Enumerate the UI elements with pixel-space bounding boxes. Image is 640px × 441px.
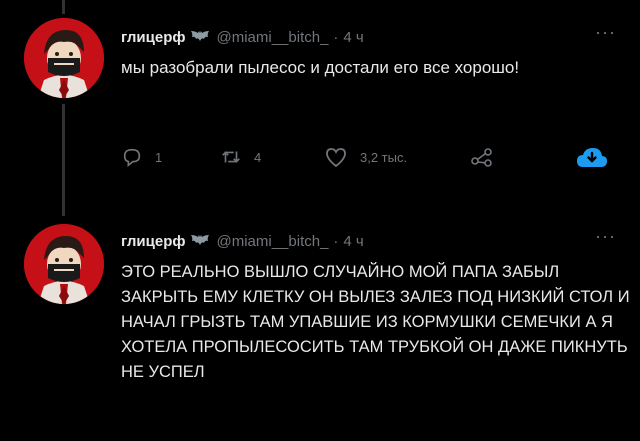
avatar-illustration <box>24 18 104 98</box>
more-options-button[interactable]: ··· <box>595 22 616 43</box>
separator-dot: · <box>333 232 339 250</box>
like-button[interactable]: 3,2 тыс. <box>324 146 407 168</box>
heart-icon <box>326 148 346 168</box>
share-button[interactable] <box>470 146 506 168</box>
tweet-header: глицерф @miami__bitch_ · 4 ч <box>121 27 364 47</box>
action-bar: 1 4 3,2 тыс. <box>121 146 621 170</box>
reply-icon <box>123 148 141 167</box>
tweet-text: ЭТО РЕАЛЬНО ВЫШЛО СЛУЧАЙНО МОЙ ПАПА ЗАБЫ… <box>121 263 630 381</box>
tweet-2[interactable]: глицерф @miami__bitch_ · 4 ч ··· ЭТО РЕА… <box>0 210 640 441</box>
like-count: 3,2 тыс. <box>360 149 408 165</box>
bat-emoji-icon <box>190 233 210 250</box>
avatar[interactable] <box>24 18 104 98</box>
more-options-button[interactable]: ··· <box>595 226 616 247</box>
reply-count: 1 <box>155 149 163 165</box>
tweet-1[interactable]: глицерф @miami__bitch_ · 4 ч ··· мы разо… <box>0 0 640 210</box>
display-name[interactable]: глицерф <box>121 233 185 250</box>
cloud-download-icon <box>577 148 607 167</box>
timestamp[interactable]: 4 ч <box>343 29 363 46</box>
retweet-button[interactable]: 4 <box>220 146 261 168</box>
retweet-icon <box>222 151 240 163</box>
avatar[interactable] <box>24 224 104 304</box>
retweet-count: 4 <box>254 149 262 165</box>
display-name[interactable]: глицерф <box>121 29 185 46</box>
user-handle[interactable]: @miami__bitch_ <box>216 233 328 250</box>
tweet-text: мы разобрали пылесос и достали его все х… <box>121 58 520 77</box>
reply-button[interactable]: 1 <box>121 146 162 168</box>
timestamp[interactable]: 4 ч <box>343 233 363 250</box>
separator-dot: · <box>333 28 339 46</box>
tweet-header: глицерф @miami__bitch_ · 4 ч <box>121 231 364 251</box>
bat-emoji-icon <box>190 29 210 46</box>
avatar-illustration <box>24 224 104 304</box>
user-handle[interactable]: @miami__bitch_ <box>216 29 328 46</box>
share-icon <box>471 148 492 167</box>
download-button[interactable] <box>574 144 610 170</box>
